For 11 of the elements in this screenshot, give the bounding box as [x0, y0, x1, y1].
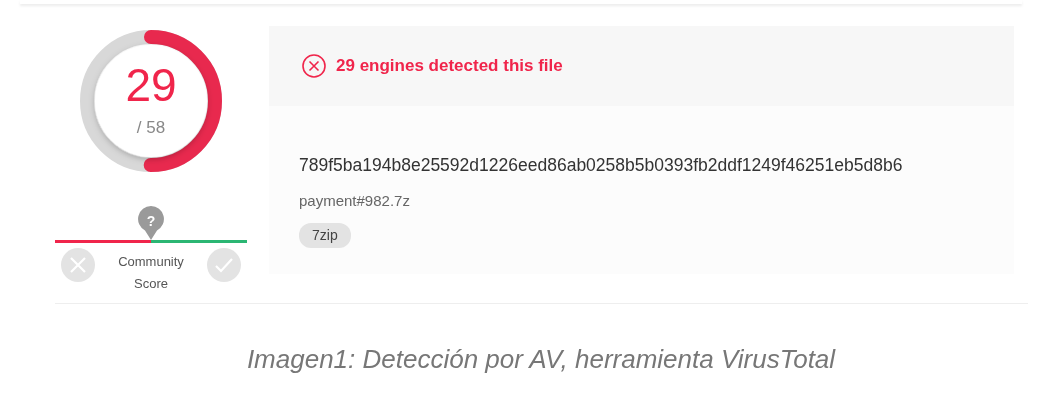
file-hash: 789f5ba194b8e25592d1226eed86ab0258b5b0393fb2ddf1249f46251eb5d8b6	[299, 154, 904, 177]
alert-message: 29 engines detected this file	[336, 55, 563, 78]
close-icon[interactable]	[61, 248, 95, 282]
score-label: Community Score	[117, 253, 185, 293]
engine-total: / 58	[135, 119, 167, 136]
file-tag[interactable]: 7zip	[299, 222, 351, 248]
detection-count: 29	[124, 62, 178, 108]
check-icon[interactable]	[207, 248, 241, 282]
error-icon	[302, 54, 326, 78]
caption: Imagen1: Detección por AV, herramienta VirusTotal	[245, 343, 837, 376]
file-name: payment#982.7z	[299, 192, 410, 210]
